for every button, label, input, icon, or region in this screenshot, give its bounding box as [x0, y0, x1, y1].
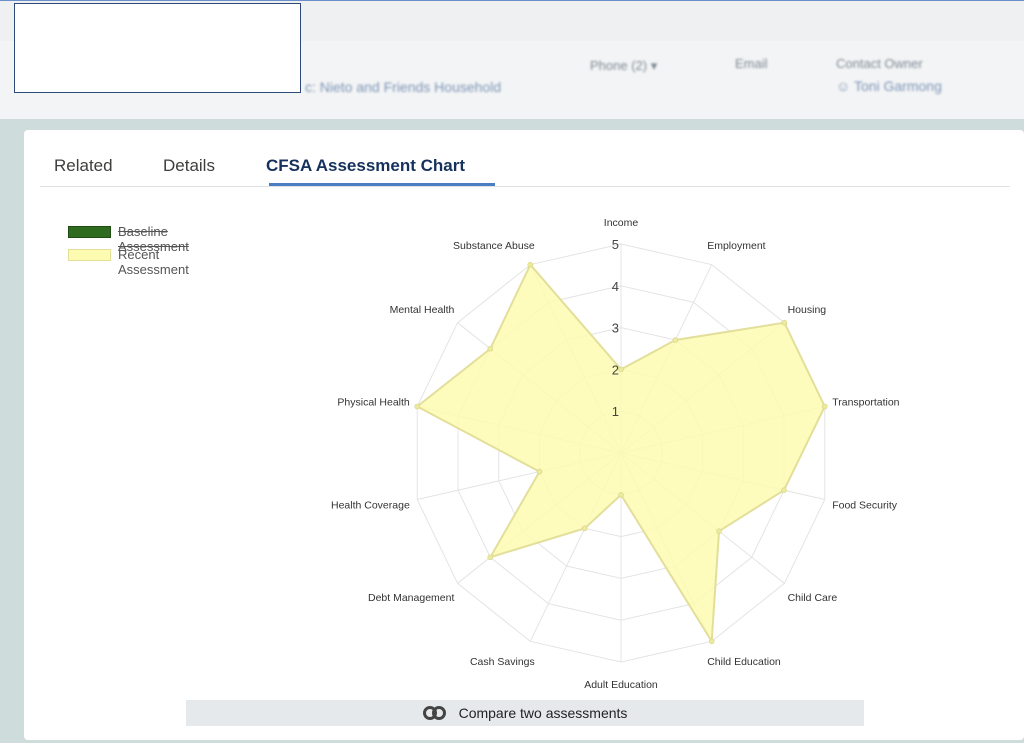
data-point: [708, 638, 715, 645]
tab-card: Related Details CFSA Assessment Chart Ba…: [24, 130, 1024, 740]
household-link[interactable]: c: Nieto and Friends Household: [305, 79, 501, 95]
data-point: [414, 403, 421, 410]
data-point: [487, 345, 494, 352]
compare-button-label: Compare two assessments: [458, 705, 628, 721]
contact-owner-label: Contact Owner: [836, 56, 923, 71]
data-point: [536, 468, 543, 475]
contact-owner-link[interactable]: ☺ Toni Garmong: [836, 78, 942, 94]
compare-icon: [422, 706, 449, 720]
data-point: [781, 319, 788, 326]
data-point: [618, 491, 624, 498]
category-label: Housing: [788, 304, 827, 316]
r-tick-label: 4: [612, 279, 619, 294]
category-label: Food Security: [832, 499, 898, 511]
category-label: Child Education: [707, 656, 781, 668]
contact-owner-value: Toni Garmong: [853, 78, 942, 94]
category-label: Employment: [707, 240, 765, 252]
category-label: Substance Abuse: [453, 240, 535, 252]
data-point: [781, 487, 787, 494]
category-label: Debt Management: [368, 592, 454, 604]
category-label: Adult Education: [584, 679, 658, 691]
user-icon: ☺: [836, 78, 851, 94]
radar-chart: 1 2 3 4 5 Income Employment Housing Transportati…: [331, 217, 900, 691]
email-label: Email: [735, 56, 768, 71]
data-point: [487, 554, 494, 561]
category-label: Child Care: [788, 592, 838, 604]
data-point: [581, 525, 588, 532]
category-label: Mental Health: [390, 304, 455, 316]
category-label: Cash Savings: [470, 656, 535, 668]
redacted-area: [14, 3, 301, 93]
category-label: Health Coverage: [331, 499, 410, 511]
phone-field[interactable]: Phone (2) ▾: [590, 58, 657, 74]
r-tick-label: 5: [612, 237, 619, 252]
phone-label: Phone (2): [590, 58, 648, 73]
r-tick-label: 3: [612, 321, 619, 336]
data-point: [821, 403, 828, 410]
data-point: [672, 337, 679, 343]
data-point: [618, 366, 624, 373]
r-tick-label: 2: [612, 362, 619, 377]
data-point: [716, 528, 722, 534]
category-label: Transportation: [832, 397, 899, 409]
data-point: [527, 261, 534, 268]
category-label: Physical Health: [337, 397, 410, 409]
category-label: Income: [604, 217, 639, 229]
chevron-down-icon: ▾: [650, 58, 658, 73]
compare-assessments-button[interactable]: Compare two assessments: [186, 700, 864, 726]
r-tick-label: 1: [612, 404, 619, 419]
